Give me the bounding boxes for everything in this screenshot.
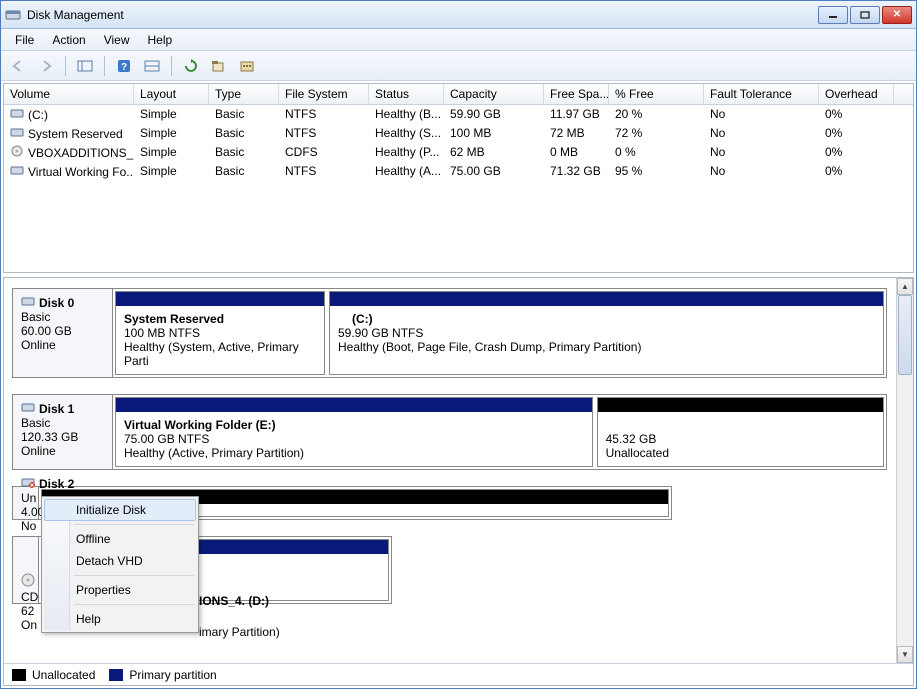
cd-part-title-overlay: IONS_4. (D:) [199,594,269,608]
menu-file[interactable]: File [7,31,42,49]
volume-name: System Reserved [28,127,123,141]
maximize-button[interactable] [850,6,880,24]
svg-text:?: ? [121,62,127,73]
legend-swatch-primary [109,669,123,681]
col-capacity[interactable]: Capacity [444,84,544,104]
partition-e[interactable]: Virtual Working Folder (E:) 75.00 GB NTF… [115,397,593,467]
disk-block-0[interactable]: Disk 0 Basic 60.00 GB Online System Rese… [12,288,887,378]
toolbar-separator [171,56,172,76]
disk-info: Disk 1 Basic 120.33 GB Online [13,395,113,469]
ctx-detach-vhd[interactable]: Detach VHD [44,550,196,572]
col-status[interactable]: Status [369,84,444,104]
toolbar-separator [65,56,66,76]
col-overhead[interactable]: Overhead [819,84,894,104]
cdrom-icon [21,573,35,590]
disk-icon [21,295,35,310]
legend-swatch-unallocated [12,669,26,681]
disk-icon [21,401,35,416]
partition-unallocated[interactable]: 45.32 GB Unallocated [597,397,884,467]
disk-info: Disk 0 Basic 60.00 GB Online [13,289,113,377]
window-frame: Disk Management ✕ File Action View Help … [0,0,917,689]
refresh-button[interactable] [180,55,202,77]
context-menu: Initialize Disk Offline Detach VHD Prope… [41,496,199,633]
volume-row[interactable]: System ReservedSimpleBasicNTFSHealthy (S… [4,124,913,143]
action-button[interactable] [236,55,258,77]
volume-icon [10,145,24,160]
scrollbar-vertical[interactable]: ▲ ▼ [896,278,913,663]
close-button[interactable]: ✕ [882,6,912,24]
partition-system-reserved[interactable]: System Reserved 100 MB NTFS Healthy (Sys… [115,291,325,375]
minimize-button[interactable] [818,6,848,24]
legend: Unallocated Primary partition [4,663,913,685]
scroll-up-button[interactable]: ▲ [897,278,913,295]
back-button[interactable] [7,55,29,77]
scroll-down-button[interactable]: ▼ [897,646,913,663]
disk-block-1[interactable]: Disk 1 Basic 120.33 GB Online Virtual Wo… [12,394,887,470]
titlebar[interactable]: Disk Management ✕ [1,1,916,29]
menu-action[interactable]: Action [44,31,93,49]
ctx-offline[interactable]: Offline [44,528,196,550]
menu-view[interactable]: View [96,31,138,49]
col-layout[interactable]: Layout [134,84,209,104]
window-title: Disk Management [27,8,818,22]
volume-name: VBOXADDITIONS_... [28,146,134,160]
help-toolbar-button[interactable]: ? [113,55,135,77]
col-fault[interactable]: Fault Tolerance [704,84,819,104]
disk-warning-icon [21,476,35,491]
ctx-help[interactable]: Help [44,608,196,630]
ctx-properties[interactable]: Properties [44,579,196,601]
volume-icon [10,164,24,179]
menubar: File Action View Help [1,29,916,51]
volume-icon [10,126,24,141]
col-type[interactable]: Type [209,84,279,104]
toolbar: ? [1,51,916,81]
app-icon [5,7,21,23]
partition-c[interactable]: (C:) 59.90 GB NTFS Healthy (Boot, Page F… [329,291,884,375]
cd-part-line3-overlay: imary Partition) [199,625,280,639]
cdrom-label-overlay: CD 62 On [21,573,38,632]
scroll-thumb[interactable] [898,295,912,375]
scroll-track[interactable] [897,295,913,646]
menu-help[interactable]: Help [140,31,181,49]
col-pctfree[interactable]: % Free [609,84,704,104]
forward-button[interactable] [35,55,57,77]
volume-row[interactable]: VBOXADDITIONS_...SimpleBasicCDFSHealthy … [4,143,913,162]
volume-name: Virtual Working Fo... [28,165,134,179]
volume-row[interactable]: Virtual Working Fo...SimpleBasicNTFSHeal… [4,162,913,181]
col-volume[interactable]: Volume [4,84,134,104]
show-hide-tree-button[interactable] [74,55,96,77]
col-freespace[interactable]: Free Spa... [544,84,609,104]
volume-list[interactable]: Volume Layout Type File System Status Ca… [3,83,914,273]
volume-name: (C:) [28,108,48,122]
volume-list-header[interactable]: Volume Layout Type File System Status Ca… [4,84,913,105]
ctx-initialize-disk[interactable]: Initialize Disk [44,499,196,521]
view-settings-button[interactable] [141,55,163,77]
volume-row[interactable]: (C:)SimpleBasicNTFSHealthy (B...59.90 GB… [4,105,913,124]
col-filesystem[interactable]: File System [279,84,369,104]
rescan-button[interactable] [208,55,230,77]
toolbar-separator [104,56,105,76]
volume-icon [10,107,24,122]
